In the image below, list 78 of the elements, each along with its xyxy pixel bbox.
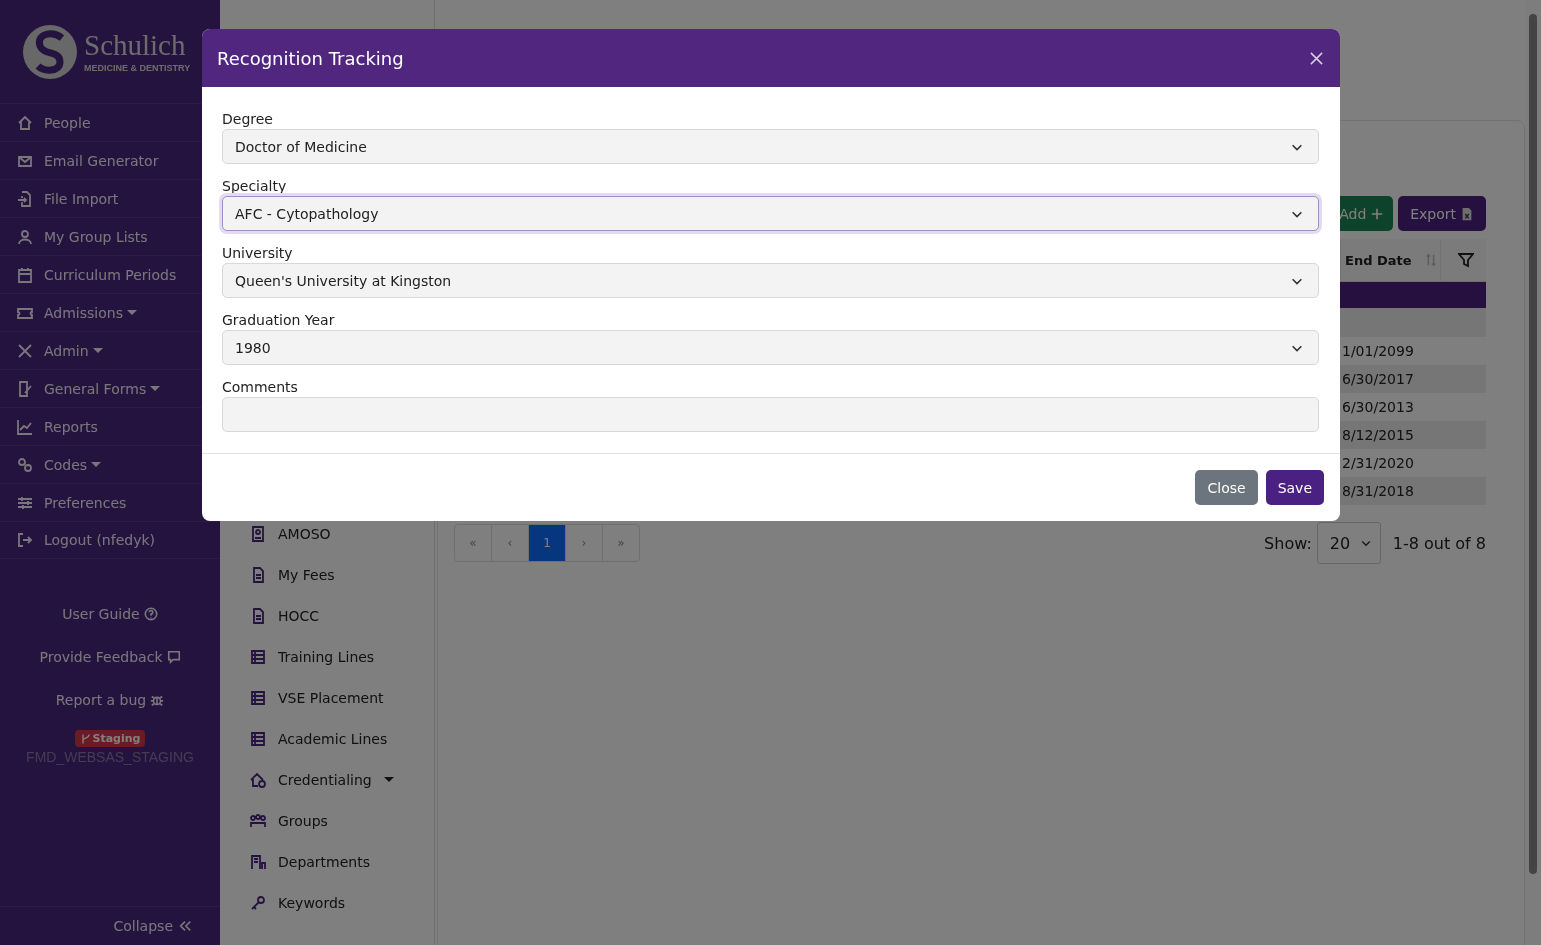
subnav-item[interactable]: Groups (250, 800, 434, 841)
list-icon (250, 648, 266, 665)
page-size-select[interactable]: 20 (1316, 522, 1381, 564)
page-link[interactable]: » (603, 525, 639, 561)
help-icon (143, 606, 158, 621)
table-cell: 8/12/2015 (1342, 427, 1414, 443)
house-badge-icon (250, 771, 266, 788)
sidebar-link[interactable]: Report a bug (55, 678, 165, 721)
range-text: 1-8 out of 8 (1392, 533, 1486, 553)
page-link[interactable]: 1 (529, 525, 566, 561)
logo-name: Schulich (84, 30, 187, 60)
file-icon (250, 607, 266, 624)
field-label: Comments (222, 378, 299, 397)
sliders-icon (17, 494, 33, 511)
field-label: Graduation Year (222, 311, 336, 330)
building-icon (250, 853, 266, 870)
double-chevron-icon (178, 919, 192, 933)
home-icon (17, 114, 33, 131)
save-button[interactable]: Save (1265, 470, 1324, 505)
filter-icon[interactable] (1457, 252, 1474, 268)
subnav-item[interactable]: Training Lines (250, 636, 434, 677)
gears-icon (17, 456, 33, 473)
sidebar-link[interactable]: Provide Feedback (39, 635, 181, 678)
field-label: Specialty (222, 177, 288, 196)
list-icon (250, 730, 266, 747)
excel-file-icon (1460, 206, 1474, 221)
branch-icon (79, 732, 92, 745)
text-field[interactable] (222, 397, 1319, 432)
table-cell: 6/30/2017 (1342, 371, 1414, 387)
table-cell: 2/31/2020 (1342, 455, 1414, 471)
field-label: University (222, 244, 294, 263)
caret-icon (91, 462, 102, 467)
field-label: Degree (222, 110, 274, 129)
subnav-item[interactable]: Credentialing (250, 759, 434, 800)
calendar-icon (17, 266, 33, 283)
list-icon (250, 689, 266, 706)
line-chart-icon (17, 418, 33, 435)
sidebar-item[interactable]: Logout (nfedyk) (0, 521, 220, 559)
collapse-button[interactable]: Collapse (113, 918, 192, 934)
table-cell: 6/30/2013 (1342, 399, 1414, 415)
file-icon (250, 566, 266, 583)
select-field[interactable]: Doctor of Medicine (222, 129, 1319, 164)
key-icon (250, 894, 266, 911)
user-icon (17, 228, 33, 245)
file-import-icon (17, 190, 33, 207)
environment-badge: Staging (74, 730, 146, 747)
select-field[interactable]: Queen's University at Kingston (222, 263, 1319, 298)
people-icon (250, 812, 266, 829)
caret-icon (150, 386, 161, 391)
caret-icon (383, 777, 394, 782)
subnav-item[interactable]: Keywords (250, 882, 434, 923)
logout-icon (17, 532, 33, 548)
page-link[interactable]: « (455, 525, 492, 561)
select-field[interactable]: 1980 (222, 330, 1319, 365)
subnav-item[interactable]: Departments (250, 841, 434, 882)
sidebar-link[interactable]: User Guide (62, 592, 158, 635)
close-button[interactable]: Close (1195, 470, 1258, 505)
sort-icon (1423, 253, 1438, 267)
table-cell: 1/01/2099 (1342, 343, 1414, 359)
caret-icon (126, 310, 137, 315)
subnav-item[interactable]: AMOSO (250, 513, 434, 554)
comment-icon (166, 649, 181, 664)
select-field[interactable]: AFC - Cytopathology (222, 196, 1319, 231)
export-button[interactable]: Export (1398, 196, 1486, 231)
dialog-title: Recognition Tracking (217, 47, 404, 69)
id-card-icon (250, 525, 266, 542)
subnav-item[interactable]: My Fees (250, 554, 434, 595)
page-link[interactable]: › (566, 525, 603, 561)
subnav-item[interactable]: VSE Placement (250, 677, 434, 718)
table-cell: 8/31/2018 (1342, 483, 1414, 499)
subnav-item[interactable]: Academic Lines (250, 718, 434, 759)
logo-tagline: MEDICINE & DENTISTRY (84, 62, 191, 73)
close-icon[interactable] (1309, 50, 1324, 66)
subnav-item[interactable]: HOCC (250, 595, 434, 636)
show-label: Show: (1264, 533, 1312, 553)
caret-icon (92, 348, 103, 353)
plus-icon (1370, 206, 1385, 221)
logo-icon (22, 23, 78, 80)
